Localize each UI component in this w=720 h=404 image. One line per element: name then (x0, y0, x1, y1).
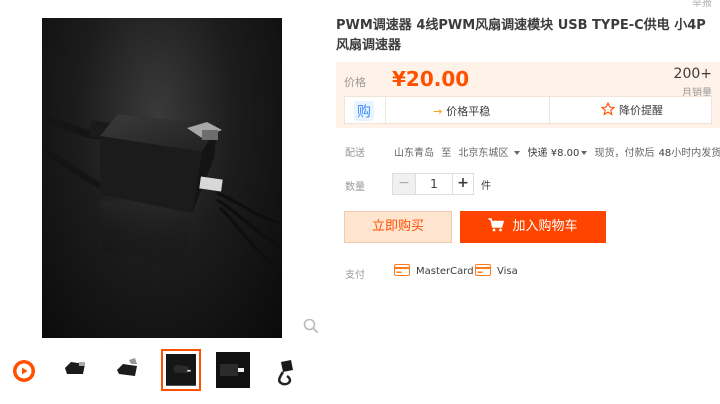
thumbnail-strip (8, 349, 306, 393)
thumbnail-3[interactable] (161, 349, 201, 391)
shipping-note-hours: 48 (658, 148, 672, 159)
price-panel: 价格 ¥20.00 200+ 月销量 购 → 价格平稳 降价提醒 (336, 62, 720, 128)
shipping-to: 至 (441, 148, 452, 159)
promo-divider (385, 97, 386, 123)
add-to-cart-label: 加入购物车 (512, 219, 578, 234)
quantity-input[interactable] (415, 174, 453, 194)
shipping-note-prefix: 现货，付款后 (594, 148, 655, 159)
visa-label: Visa (497, 266, 518, 277)
shipping-origin: 山东青岛 (394, 148, 434, 159)
currency-symbol: ¥ (392, 67, 406, 91)
quantity-increase-button[interactable]: + (453, 174, 473, 194)
price-promo-row: 购 → 价格平稳 降价提醒 (344, 96, 712, 124)
destination-select[interactable]: 北京东城区 (458, 148, 521, 159)
price-amount: 20.00 (405, 67, 470, 91)
quantity-stepper: − + (392, 173, 474, 195)
mastercard-label: MasterCard (416, 266, 474, 277)
thumbnail-4[interactable] (213, 349, 253, 391)
price-alert-text: 降价提醒 (619, 104, 663, 117)
payment-visa: Visa (475, 264, 518, 277)
report-link[interactable]: 举报 (692, 0, 712, 9)
video-play-icon[interactable] (12, 359, 36, 383)
chevron-down-icon (514, 151, 521, 155)
thumbnail-5[interactable] (266, 349, 306, 391)
price-label: 价格 (344, 76, 366, 89)
credit-card-icon (475, 264, 491, 276)
star-icon (601, 102, 615, 116)
product-title: PWM调速器 4线PWM风扇调速模块 USB TYPE-C供电 小4P风扇调速器 (336, 18, 706, 53)
express-select[interactable]: 快递 ¥8.00 (528, 148, 588, 159)
credit-card-icon (394, 264, 410, 276)
shipping-row: 山东青岛 至 北京东城区 快递 ¥8.00 现货，付款后 48小时内发货 (394, 144, 720, 159)
sales-count: 200+ (673, 66, 712, 82)
promo-divider (549, 97, 550, 123)
zoom-icon[interactable] (303, 318, 319, 334)
thumbnail-1[interactable] (54, 349, 94, 391)
quantity-decrease-button[interactable]: − (393, 174, 415, 194)
payment-mastercard: MasterCard (394, 264, 474, 277)
shipping-label: 配送 (345, 148, 365, 159)
shipping-note-suffix: 小时内发货 (671, 148, 720, 159)
cart-icon (488, 218, 505, 232)
svg-text:购: 购 (357, 105, 371, 121)
arrow-right-icon: → (433, 105, 443, 118)
destination-text: 北京东城区 (458, 148, 509, 159)
product-photo (42, 114, 282, 270)
price-stable-text: 价格平稳 (446, 105, 491, 118)
payment-label: 支付 (345, 270, 365, 281)
gou-icon: 购 (354, 101, 374, 121)
quantity-unit: 件 (481, 181, 491, 192)
add-to-cart-button[interactable]: 加入购物车 (460, 211, 606, 243)
thumbnail-2[interactable] (108, 349, 148, 391)
chevron-down-icon (581, 151, 588, 155)
buy-now-button[interactable]: 立即购买 (344, 211, 452, 243)
express-text: 快递 ¥8.00 (527, 148, 580, 159)
price-alert-link[interactable]: 降价提醒 (601, 102, 663, 118)
price-stable: → 价格平稳 (433, 103, 490, 119)
shipping-note: 现货，付款后 48小时内发货 (595, 148, 720, 159)
main-product-image[interactable] (42, 18, 282, 338)
quantity-label: 数量 (345, 182, 365, 193)
price-value: ¥20.00 (392, 67, 469, 91)
